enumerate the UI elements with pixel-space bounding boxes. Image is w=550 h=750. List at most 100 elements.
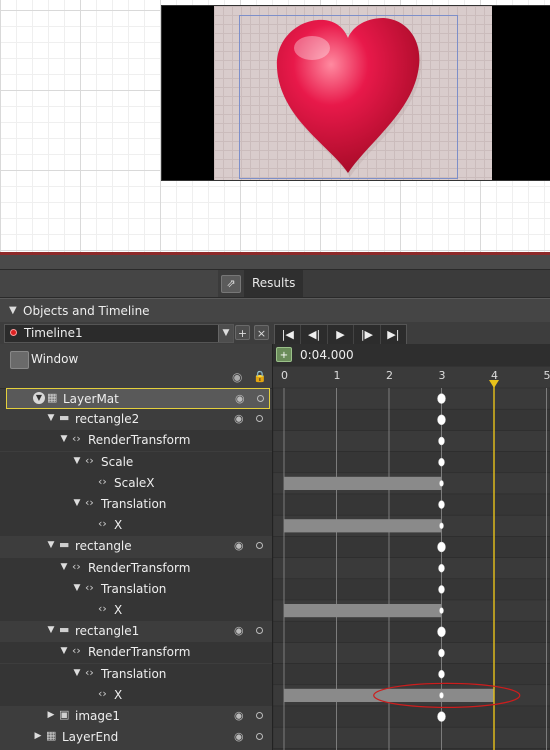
lock-toggle-icon[interactable] [256,415,263,423]
property-icon: ‹› [85,496,94,509]
keyframe-track-area[interactable] [273,344,550,750]
tree-row[interactable]: ▼ ▬ rectangle2 ◉ [0,409,272,430]
tree-row[interactable]: ▼ ‹› RenderTransform [0,642,272,664]
tree-row[interactable]: ▼ ‹› Scale [0,451,272,473]
collapse-arrow-icon[interactable]: ▼ [45,412,57,424]
grid-icon: ▦ [47,391,58,404]
collapse-arrow-icon[interactable]: ▼ [71,497,83,509]
popout-icon[interactable]: ⇗ [221,275,241,293]
artboard[interactable] [0,0,550,252]
visibility-eye-icon[interactable]: ◉ [234,539,244,552]
tree-row[interactable]: ▼ ▦ LayerMat ◉ [6,388,270,409]
object-tree: Window ◉ 🔒 ▼ ▦ LayerMat ◉ ▼ ▬ rectangle2 ◉ ▼ ‹› Re… [0,344,273,750]
tree-row[interactable]: ‹› X [0,684,272,706]
chevron-down-icon[interactable]: ▼ [218,325,233,342]
visibility-eye-icon[interactable]: ◉ [234,730,244,743]
collapse-arrow-icon[interactable]: ▼ [58,645,70,657]
collapse-arrow-icon[interactable]: ▼ [71,582,83,594]
tree-row[interactable]: ▼ ▬ rectangle ◉ [0,536,272,557]
collapse-arrow-icon[interactable]: ▼ [71,455,83,467]
track-row [273,642,550,664]
tab-results[interactable]: Results [244,270,304,297]
tree-row[interactable]: ▼ ‹› RenderTransform [0,430,272,452]
keyframe-marker[interactable] [439,480,444,487]
lock-toggle-icon[interactable] [256,542,263,550]
keyframe-marker[interactable] [438,500,445,509]
expand-arrow-icon[interactable]: ▶ [32,730,44,742]
keyframe-marker[interactable] [439,522,444,530]
close-timeline-button[interactable]: × [254,325,269,340]
keyframe-marker[interactable] [437,626,446,638]
property-icon: ‹› [85,665,94,679]
visibility-eye-icon[interactable]: ◉ [234,709,244,722]
window-root-row[interactable]: Window ◉ 🔒 [0,344,272,389]
tree-row[interactable]: ▼ ‹› Translation [0,494,272,515]
tree-row[interactable]: ▶ ▣ image1 ◉ [0,706,272,727]
tree-row-label: image1 [75,709,121,723]
tree-row[interactable]: ▼ ‹› Translation [0,578,272,600]
collapse-triangle-icon[interactable]: ▼ [9,305,17,316]
record-indicator-icon [10,329,17,336]
tree-row[interactable]: ▼ ‹› RenderTransform [0,557,272,579]
first-frame-button[interactable]: |◀ [275,325,302,344]
play-button[interactable]: ▶ [328,325,355,344]
scope-up-icon[interactable] [10,351,29,369]
property-icon: ‹› [72,644,81,658]
property-icon: ‹› [72,559,81,573]
transport-controls: |◀ ◀| ▶ |▶ ▶| [274,324,407,345]
keyframe-marker[interactable] [437,393,446,404]
rect-icon: ▬ [59,538,70,552]
design-canvas[interactable] [161,5,550,181]
lock-toggle-icon[interactable] [256,733,263,741]
timeline-name: Timeline1 [24,326,83,340]
panel-splitter[interactable] [0,255,550,270]
expand-arrow-icon[interactable]: ▶ [45,709,57,721]
collapse-arrow-icon[interactable]: ▼ [45,624,57,636]
tree-row-label: X [114,518,123,533]
timeline-grid[interactable]: + 0:04.000 012345 [273,344,550,750]
collapse-arrow-icon[interactable]: ▼ [71,667,83,679]
visibility-eye-icon[interactable]: ◉ [234,624,244,637]
next-frame-button[interactable]: |▶ [354,325,381,344]
keyframe-marker[interactable] [437,541,446,553]
visibility-eye-icon[interactable]: ◉ [235,392,245,405]
keyframe-marker[interactable] [437,711,446,722]
add-timeline-button[interactable]: + [235,325,250,340]
visibility-eye-icon[interactable]: ◉ [234,412,244,425]
last-frame-button[interactable]: ▶| [381,325,406,344]
lock-toggle-icon[interactable] [257,395,264,402]
previous-frame-button[interactable]: ◀| [301,325,328,344]
keyframe-marker[interactable] [438,436,445,446]
keyframe-marker[interactable] [438,563,445,573]
tree-row[interactable]: ‹› ScaleX [0,472,272,494]
tree-row[interactable]: ‹› X [0,515,272,537]
collapse-arrow-icon[interactable]: ▼ [45,539,57,551]
lock-toggle-icon[interactable] [256,712,263,719]
timeline-select[interactable]: Timeline1 ▼ [4,324,234,343]
animation-span-bar [284,688,494,702]
collapse-arrow-icon[interactable]: ▼ [58,561,70,573]
grid-icon: ▦ [46,729,57,743]
visibility-header-icon[interactable]: ◉ [232,370,242,384]
track-row [273,663,550,686]
keyframe-marker[interactable] [438,457,445,467]
keyframe-marker[interactable] [438,669,445,679]
lock-toggle-icon[interactable] [256,627,263,635]
keyframe-marker[interactable] [439,692,444,699]
keyframe-marker[interactable] [438,585,445,594]
track-row [273,557,550,580]
tree-row[interactable]: ▶ ▦ LayerEnd ◉ [0,727,272,748]
lock-header-icon[interactable]: 🔒 [253,370,267,383]
objects-panel-header[interactable]: ▼ Objects and Timeline [0,298,550,323]
keyframe-marker[interactable] [438,648,445,658]
collapse-arrow-icon[interactable]: ▼ [33,392,45,404]
tree-row-label: ScaleX [114,475,155,490]
keyframe-marker[interactable] [437,414,446,426]
tree-row[interactable]: ▼ ▬ rectangle1 ◉ [0,621,272,642]
keyframe-marker[interactable] [439,607,444,614]
tree-row[interactable]: ▼ ‹› Translation [0,663,272,685]
collapse-arrow-icon[interactable]: ▼ [58,433,70,445]
results-bar-left [0,270,218,297]
tree-row-label: X [114,687,123,702]
tree-row[interactable]: ‹› X [0,600,272,621]
